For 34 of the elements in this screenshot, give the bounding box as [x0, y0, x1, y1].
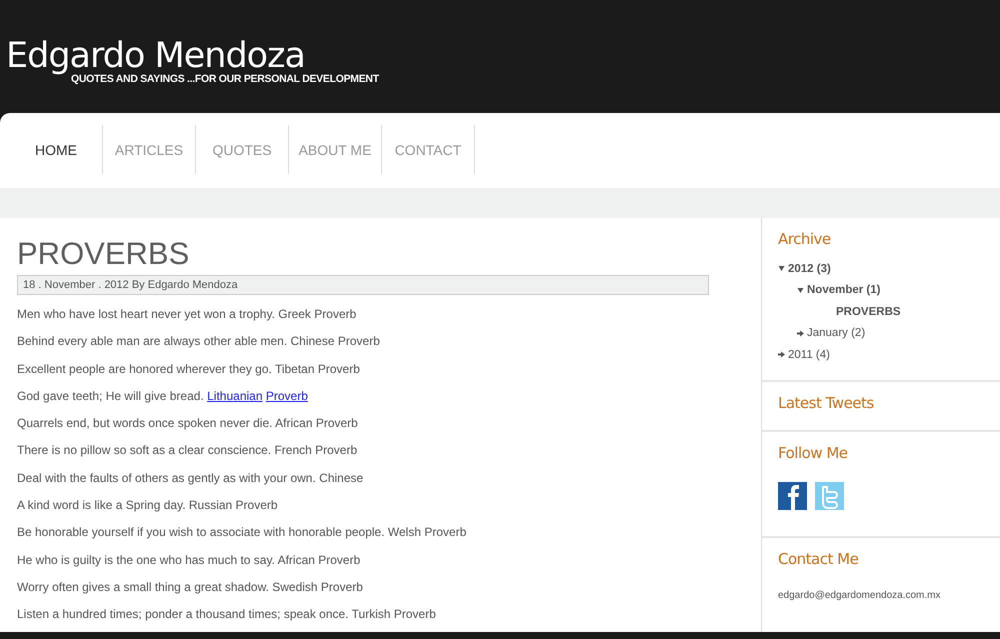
archive-link[interactable]: 2011 (4): [788, 348, 830, 361]
nav-tab[interactable]: HOME: [10, 125, 103, 174]
expand-arrow-icon[interactable]: [778, 351, 785, 358]
archive-link[interactable]: November (1): [807, 284, 880, 296]
quote-text: Listen a hundred times; ponder a thousand times; speak once. Turkish Proverb: [17, 606, 437, 624]
post-title: PROVERBS: [17, 236, 190, 272]
quote-link[interactable]: Proverb: [266, 388, 308, 403]
quote-text: A kind word is like a Spring day. Russian Proverb: [17, 497, 279, 514]
quote-text: Deal with the faults of others as gently as with your own. Chinese: [17, 470, 364, 487]
facebook-icon[interactable]: [778, 482, 807, 510]
contact-heading: Contact Me: [778, 550, 860, 568]
collapse-arrow-icon[interactable]: [797, 286, 804, 294]
archive-link[interactable]: PROVERBS: [836, 306, 901, 318]
quote-text: Quarrels end, but words once spoken never die. African Proverb: [17, 415, 359, 432]
quote-text: Be honorable yourself if you wish to associate with honorable people. Welsh Proverb: [17, 524, 468, 542]
quote-link[interactable]: Lithuanian: [207, 388, 263, 403]
contact-email: edgardo@edgardomendoza.com.mx: [778, 590, 942, 600]
archive-heading: Archive: [778, 230, 832, 248]
site-title[interactable]: Edgardo Mendoza: [6, 36, 305, 76]
quote-text: God gave teeth; He will give bread. Lithuanian Proverb: [17, 388, 309, 405]
expand-arrow-icon[interactable]: [797, 330, 804, 337]
quote-text: There is no pillow so soft as a clear conscience. French Proverb: [17, 442, 358, 460]
tweets-heading: Latest Tweets: [778, 394, 875, 412]
archive-link[interactable]: 2012 (3): [788, 262, 831, 275]
follow-heading: Follow Me: [778, 444, 848, 462]
quote-text: Excellent people are honored wherever they go. Tibetan Proverb: [17, 360, 361, 378]
quote-text: Behind every able man are always other able men. Chinese Proverb: [17, 333, 381, 350]
quote-text: He who is guilty is the one who has much to say. African Proverb: [17, 552, 362, 569]
quote-text: Worry often gives a small thing a great shadow. Swedish Proverb: [17, 578, 364, 596]
post-meta-bar: 18 . November . 2012 By Edgardo Mendoza: [17, 275, 709, 295]
collapse-arrow-icon[interactable]: [778, 265, 785, 272]
site-tagline: QUOTES AND SAYINGS ...FOR OUR PERSONAL DEVELOPMENT: [71, 73, 379, 85]
quote-text: Men who have lost heart never yet won a trophy. Greek Proverb: [17, 306, 358, 323]
archive-link[interactable]: January (2): [807, 327, 866, 340]
